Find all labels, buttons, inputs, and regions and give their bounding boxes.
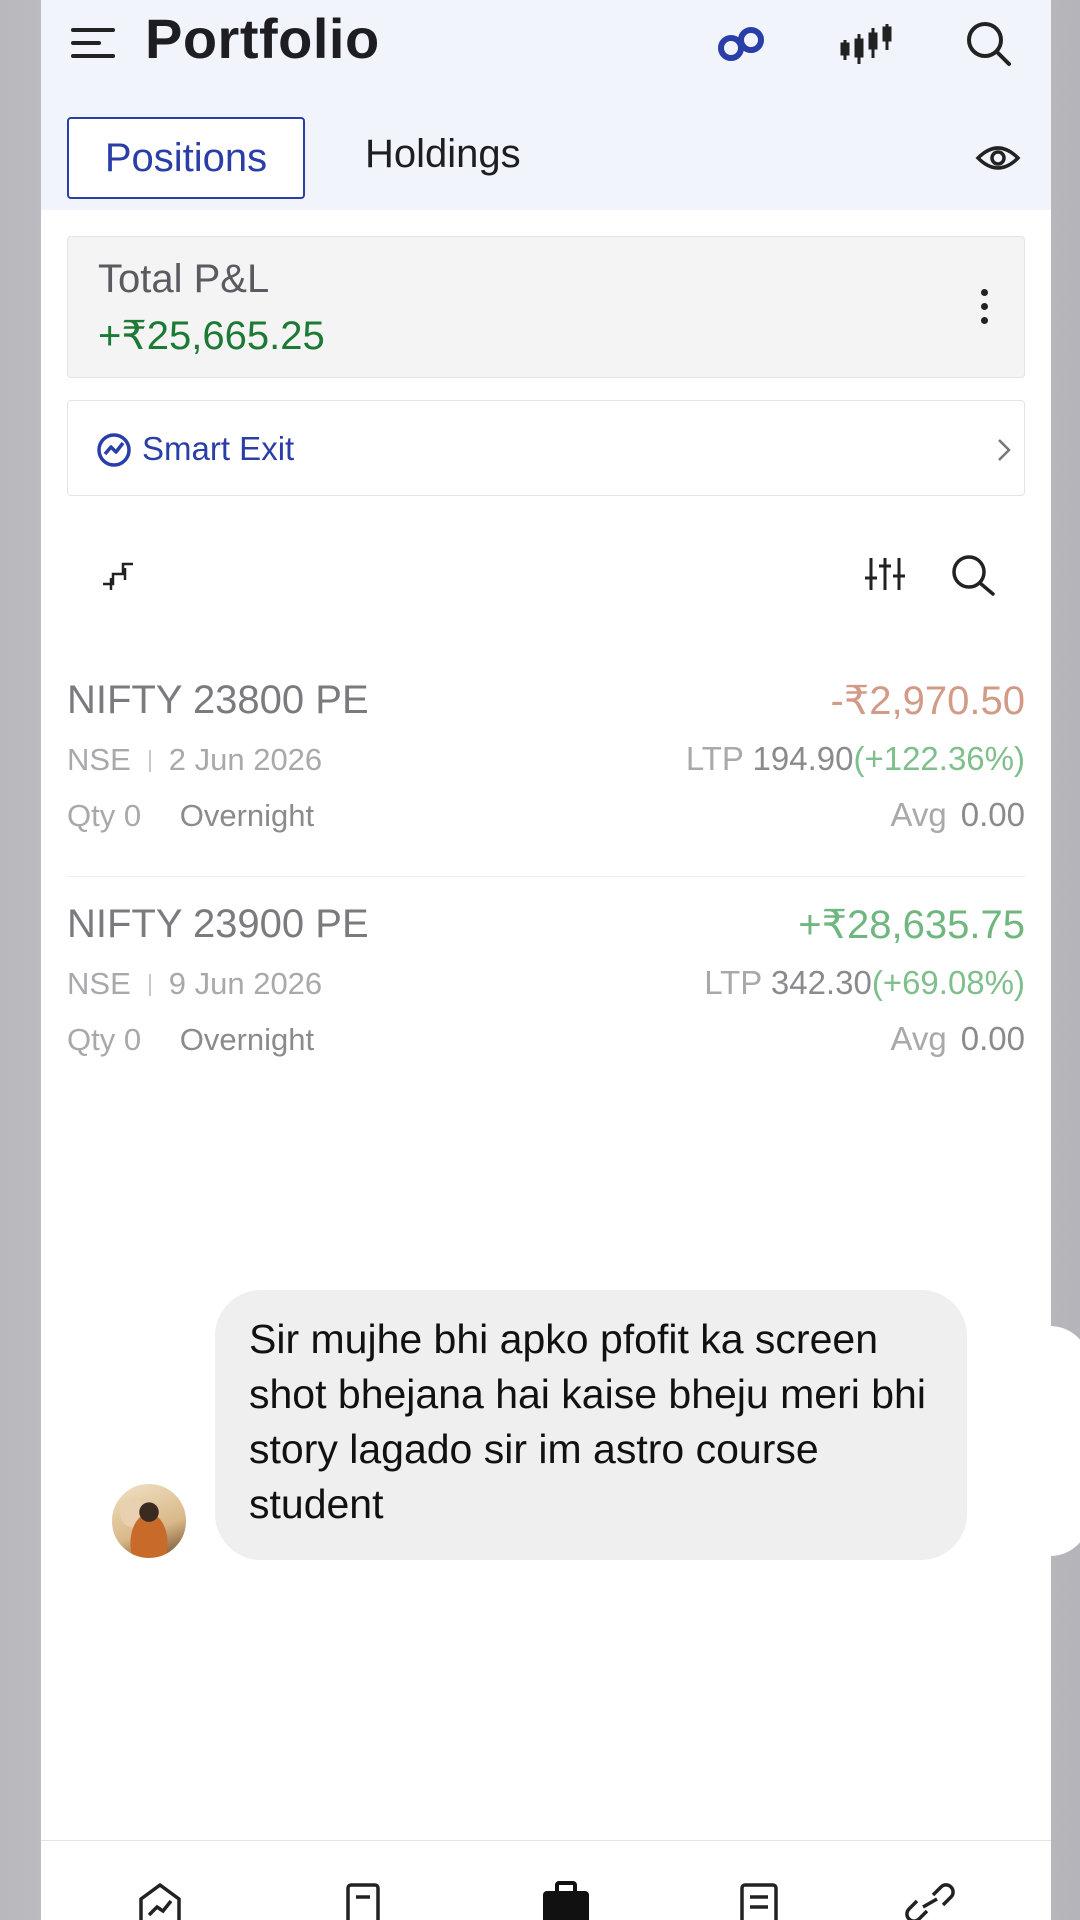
- page-title: Portfolio: [145, 7, 380, 70]
- chat-message: Sir mujhe bhi apko pfofit ka screen shot…: [249, 1316, 926, 1527]
- position-avg: Avg 0.00: [890, 1020, 1025, 1058]
- search-icon[interactable]: [959, 14, 1019, 74]
- ltp-label: LTP: [685, 740, 744, 777]
- product-type: Overnight: [179, 1022, 315, 1057]
- ltp-change: (+122.36%): [853, 740, 1025, 777]
- orders-icon[interactable]: [338, 1881, 388, 1920]
- overlay-edge: [1050, 1326, 1080, 1556]
- menu-icon[interactable]: [71, 26, 115, 60]
- exchange-label: NSE: [67, 742, 131, 777]
- position-exchange: NSE 9 Jun 2026: [67, 966, 322, 1002]
- more-options-icon[interactable]: [978, 287, 990, 327]
- search-positions-icon[interactable]: [949, 552, 997, 596]
- position-ltp: LTP 342.30(+69.08%): [704, 964, 1025, 1002]
- position-qty: Qty 0 Overnight: [67, 798, 314, 834]
- ltp-label: LTP: [704, 964, 762, 1001]
- avg-label: Avg: [890, 1020, 947, 1057]
- watchlist-icon[interactable]: [135, 1881, 185, 1920]
- product-type: Overnight: [179, 798, 315, 833]
- smart-exit-label: Smart Exit: [142, 430, 295, 467]
- reports-icon[interactable]: [734, 1881, 784, 1920]
- filter-icon[interactable]: [861, 552, 909, 596]
- ltp-value: 342.30: [770, 964, 872, 1001]
- smart-exit-button[interactable]: Smart Exit: [67, 400, 1025, 496]
- separator: [148, 974, 151, 996]
- position-exchange: NSE 2 Jun 2026: [67, 742, 322, 778]
- position-pnl: -₹2,970.50: [830, 679, 1025, 723]
- chevron-right-icon: [998, 439, 1011, 461]
- total-pnl-value: +₹25,665.25: [98, 314, 325, 358]
- separator: [148, 750, 151, 772]
- tab-positions[interactable]: Positions: [67, 117, 305, 199]
- ltp-change: (+69.08%): [871, 964, 1025, 1001]
- portfolio-screen: Portfolio Positions Holdings Total P&L +…: [41, 0, 1051, 1920]
- position-row[interactable]: NIFTY 23900 PE +₹28,635.75 NSE 9 Jun 2026…: [67, 902, 1025, 1092]
- ltp-value: 194.90: [752, 740, 854, 777]
- smart-exit-icon: [97, 433, 131, 467]
- expiry-date: 9 Jun 2026: [168, 966, 323, 1001]
- tab-holdings[interactable]: Holdings: [365, 132, 521, 177]
- qty-label: Qty: [67, 1022, 116, 1057]
- position-name: NIFTY 23900 PE: [67, 902, 369, 946]
- infinity-icon[interactable]: [711, 14, 771, 74]
- position-pnl: +₹28,635.75: [798, 903, 1025, 947]
- portfolio-icon[interactable]: [541, 1881, 591, 1920]
- header: Portfolio Positions Holdings: [41, 0, 1051, 210]
- avg-value: 0.00: [960, 796, 1025, 833]
- qty-value: 0: [123, 1022, 142, 1057]
- avg-value: 0.00: [960, 1020, 1025, 1057]
- qty-value: 0: [123, 798, 142, 833]
- position-row[interactable]: NIFTY 23800 PE -₹2,970.50 NSE 2 Jun 2026 …: [67, 678, 1025, 868]
- total-pnl-card: Total P&L +₹25,665.25: [67, 236, 1025, 378]
- avatar[interactable]: [110, 1482, 188, 1560]
- expiry-date: 2 Jun 2026: [168, 742, 323, 777]
- exchange-label: NSE: [67, 966, 131, 1001]
- bottom-nav: [41, 1840, 1051, 1920]
- avg-label: Avg: [890, 796, 947, 833]
- sort-icon[interactable]: [99, 552, 147, 596]
- chat-bubble: Sir mujhe bhi apko pfofit ka screen shot…: [215, 1290, 967, 1560]
- row-divider: [67, 876, 1025, 877]
- eye-icon[interactable]: [975, 138, 1021, 178]
- link-icon[interactable]: [905, 1881, 955, 1920]
- position-name: NIFTY 23800 PE: [67, 678, 369, 722]
- position-qty: Qty 0 Overnight: [67, 1022, 314, 1058]
- total-pnl-label: Total P&L: [98, 257, 270, 301]
- position-avg: Avg 0.00: [890, 796, 1025, 834]
- position-ltp: LTP 194.90(+122.36%): [686, 740, 1025, 778]
- candlestick-icon[interactable]: [835, 14, 895, 74]
- qty-label: Qty: [67, 798, 116, 833]
